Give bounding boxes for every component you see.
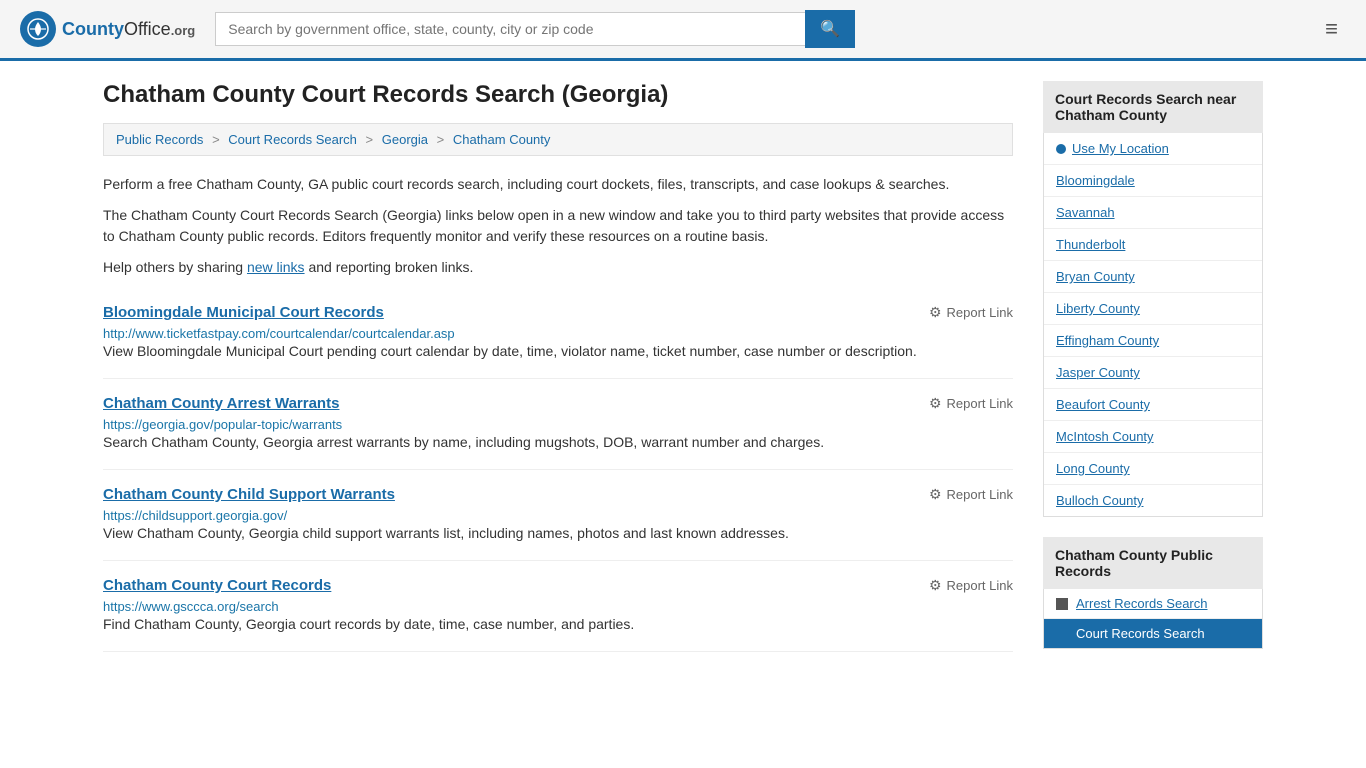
nearby-link-9[interactable]: Long County [1056,461,1130,476]
location-icon [1056,144,1066,154]
nearby-link-10[interactable]: Bulloch County [1056,493,1143,508]
nearby-item-7[interactable]: Beaufort County [1044,389,1262,421]
record-url-2[interactable]: https://childsupport.georgia.gov/ [103,508,287,523]
public-record-item-0[interactable]: Arrest Records Search [1044,589,1262,619]
logo[interactable]: CountyOffice.org [20,11,195,47]
report-label-1: Report Link [947,396,1013,411]
logo-text: CountyOffice.org [62,19,195,40]
public-record-link-1[interactable]: Court Records Search [1076,626,1205,641]
record-title-row-2: Chatham County Child Support Warrants ⚙ … [103,486,1013,503]
search-button[interactable]: 🔍 [805,10,855,48]
public-record-item-1[interactable]: Court Records Search [1044,619,1262,648]
breadcrumb-court-records-search[interactable]: Court Records Search [228,132,357,147]
report-icon-3: ⚙ [929,577,942,594]
record-url-3[interactable]: https://www.gsccca.org/search [103,599,279,614]
nearby-item-4[interactable]: Liberty County [1044,293,1262,325]
nearby-item-2[interactable]: Thunderbolt [1044,229,1262,261]
report-link-btn-3[interactable]: ⚙ Report Link [929,577,1013,594]
breadcrumb-sep-3: > [437,132,445,147]
search-area: 🔍 [215,10,855,48]
record-url-1[interactable]: https://georgia.gov/popular-topic/warran… [103,417,342,432]
public-record-link-0[interactable]: Arrest Records Search [1076,596,1208,611]
page-title: Chatham County Court Records Search (Geo… [103,81,1013,109]
description-1: Perform a free Chatham County, GA public… [103,174,1013,195]
report-label-2: Report Link [947,487,1013,502]
record-sq-icon-0 [1056,598,1068,610]
nearby-link-3[interactable]: Bryan County [1056,269,1135,284]
content-area: Chatham County Court Records Search (Geo… [103,81,1013,669]
nearby-link-2[interactable]: Thunderbolt [1056,237,1125,252]
record-item-1: Chatham County Arrest Warrants ⚙ Report … [103,379,1013,470]
nearby-link-1[interactable]: Savannah [1056,205,1115,220]
search-icon: 🔍 [820,21,840,38]
record-item-0: Bloomingdale Municipal Court Records ⚙ R… [103,288,1013,379]
records-list: Bloomingdale Municipal Court Records ⚙ R… [103,288,1013,652]
report-link-btn-0[interactable]: ⚙ Report Link [929,304,1013,321]
description-3: Help others by sharing new links and rep… [103,257,1013,278]
search-input[interactable] [215,12,805,46]
record-desc-2: View Chatham County, Georgia child suppo… [103,523,1013,544]
nearby-list: Use My Location Bloomingdale Savannah Thun… [1043,133,1263,517]
nearby-link-7[interactable]: Beaufort County [1056,397,1150,412]
nearby-link-0[interactable]: Bloomingdale [1056,173,1135,188]
nearby-link-5[interactable]: Effingham County [1056,333,1159,348]
nearby-item-5[interactable]: Effingham County [1044,325,1262,357]
record-desc-0: View Bloomingdale Municipal Court pendin… [103,341,1013,362]
public-records-section: Chatham County Public Records Arrest Rec… [1043,537,1263,649]
record-title-2[interactable]: Chatham County Child Support Warrants [103,486,395,503]
breadcrumb-chatham-county[interactable]: Chatham County [453,132,551,147]
record-title-3[interactable]: Chatham County Court Records [103,577,331,594]
record-desc-3: Find Chatham County, Georgia court recor… [103,614,1013,635]
nearby-link-6[interactable]: Jasper County [1056,365,1140,380]
nearby-item-3[interactable]: Bryan County [1044,261,1262,293]
report-label-0: Report Link [947,305,1013,320]
sidebar: Court Records Search near Chatham County… [1043,81,1263,669]
nearby-item-8[interactable]: McIntosh County [1044,421,1262,453]
report-link-btn-2[interactable]: ⚙ Report Link [929,486,1013,503]
menu-button[interactable]: ≡ [1317,12,1346,46]
main-container: Chatham County Court Records Search (Geo… [83,61,1283,689]
record-sq-icon-1 [1056,628,1068,640]
record-title-row-3: Chatham County Court Records ⚙ Report Li… [103,577,1013,594]
nearby-link-4[interactable]: Liberty County [1056,301,1140,316]
report-icon-0: ⚙ [929,304,942,321]
description-2: The Chatham County Court Records Search … [103,205,1013,247]
report-label-3: Report Link [947,578,1013,593]
breadcrumb-sep-1: > [212,132,220,147]
breadcrumb-public-records[interactable]: Public Records [116,132,203,147]
report-link-btn-1[interactable]: ⚙ Report Link [929,395,1013,412]
nearby-header: Court Records Search near Chatham County [1043,81,1263,133]
nearby-item-9[interactable]: Long County [1044,453,1262,485]
nearby-link-8[interactable]: McIntosh County [1056,429,1154,444]
breadcrumb: Public Records > Court Records Search > … [103,123,1013,156]
nearby-item-10[interactable]: Bulloch County [1044,485,1262,516]
record-title-1[interactable]: Chatham County Arrest Warrants [103,395,339,412]
report-icon-2: ⚙ [929,486,942,503]
record-item-3: Chatham County Court Records ⚙ Report Li… [103,561,1013,652]
new-links-link[interactable]: new links [247,259,305,275]
public-records-header: Chatham County Public Records [1043,537,1263,589]
use-location-link[interactable]: Use My Location [1072,141,1169,156]
nearby-item-0[interactable]: Bloomingdale [1044,165,1262,197]
logo-icon [20,11,56,47]
record-title-row-1: Chatham County Arrest Warrants ⚙ Report … [103,395,1013,412]
record-url-0[interactable]: http://www.ticketfastpay.com/courtcalend… [103,326,455,341]
breadcrumb-sep-2: > [366,132,374,147]
record-desc-1: Search Chatham County, Georgia arrest wa… [103,432,1013,453]
record-item-2: Chatham County Child Support Warrants ⚙ … [103,470,1013,561]
record-title-row-0: Bloomingdale Municipal Court Records ⚙ R… [103,304,1013,321]
record-title-0[interactable]: Bloomingdale Municipal Court Records [103,304,384,321]
breadcrumb-georgia[interactable]: Georgia [382,132,428,147]
nearby-items-container: Bloomingdale Savannah Thunderbolt Bryan Cou… [1044,165,1262,516]
report-icon-1: ⚙ [929,395,942,412]
nearby-section: Court Records Search near Chatham County… [1043,81,1263,517]
nearby-item-1[interactable]: Savannah [1044,197,1262,229]
header: CountyOffice.org 🔍 ≡ [0,0,1366,61]
hamburger-icon: ≡ [1325,16,1338,41]
nearby-item-6[interactable]: Jasper County [1044,357,1262,389]
public-records-list: Arrest Records Search Court Records Sear… [1043,589,1263,649]
use-location-item[interactable]: Use My Location [1044,133,1262,165]
